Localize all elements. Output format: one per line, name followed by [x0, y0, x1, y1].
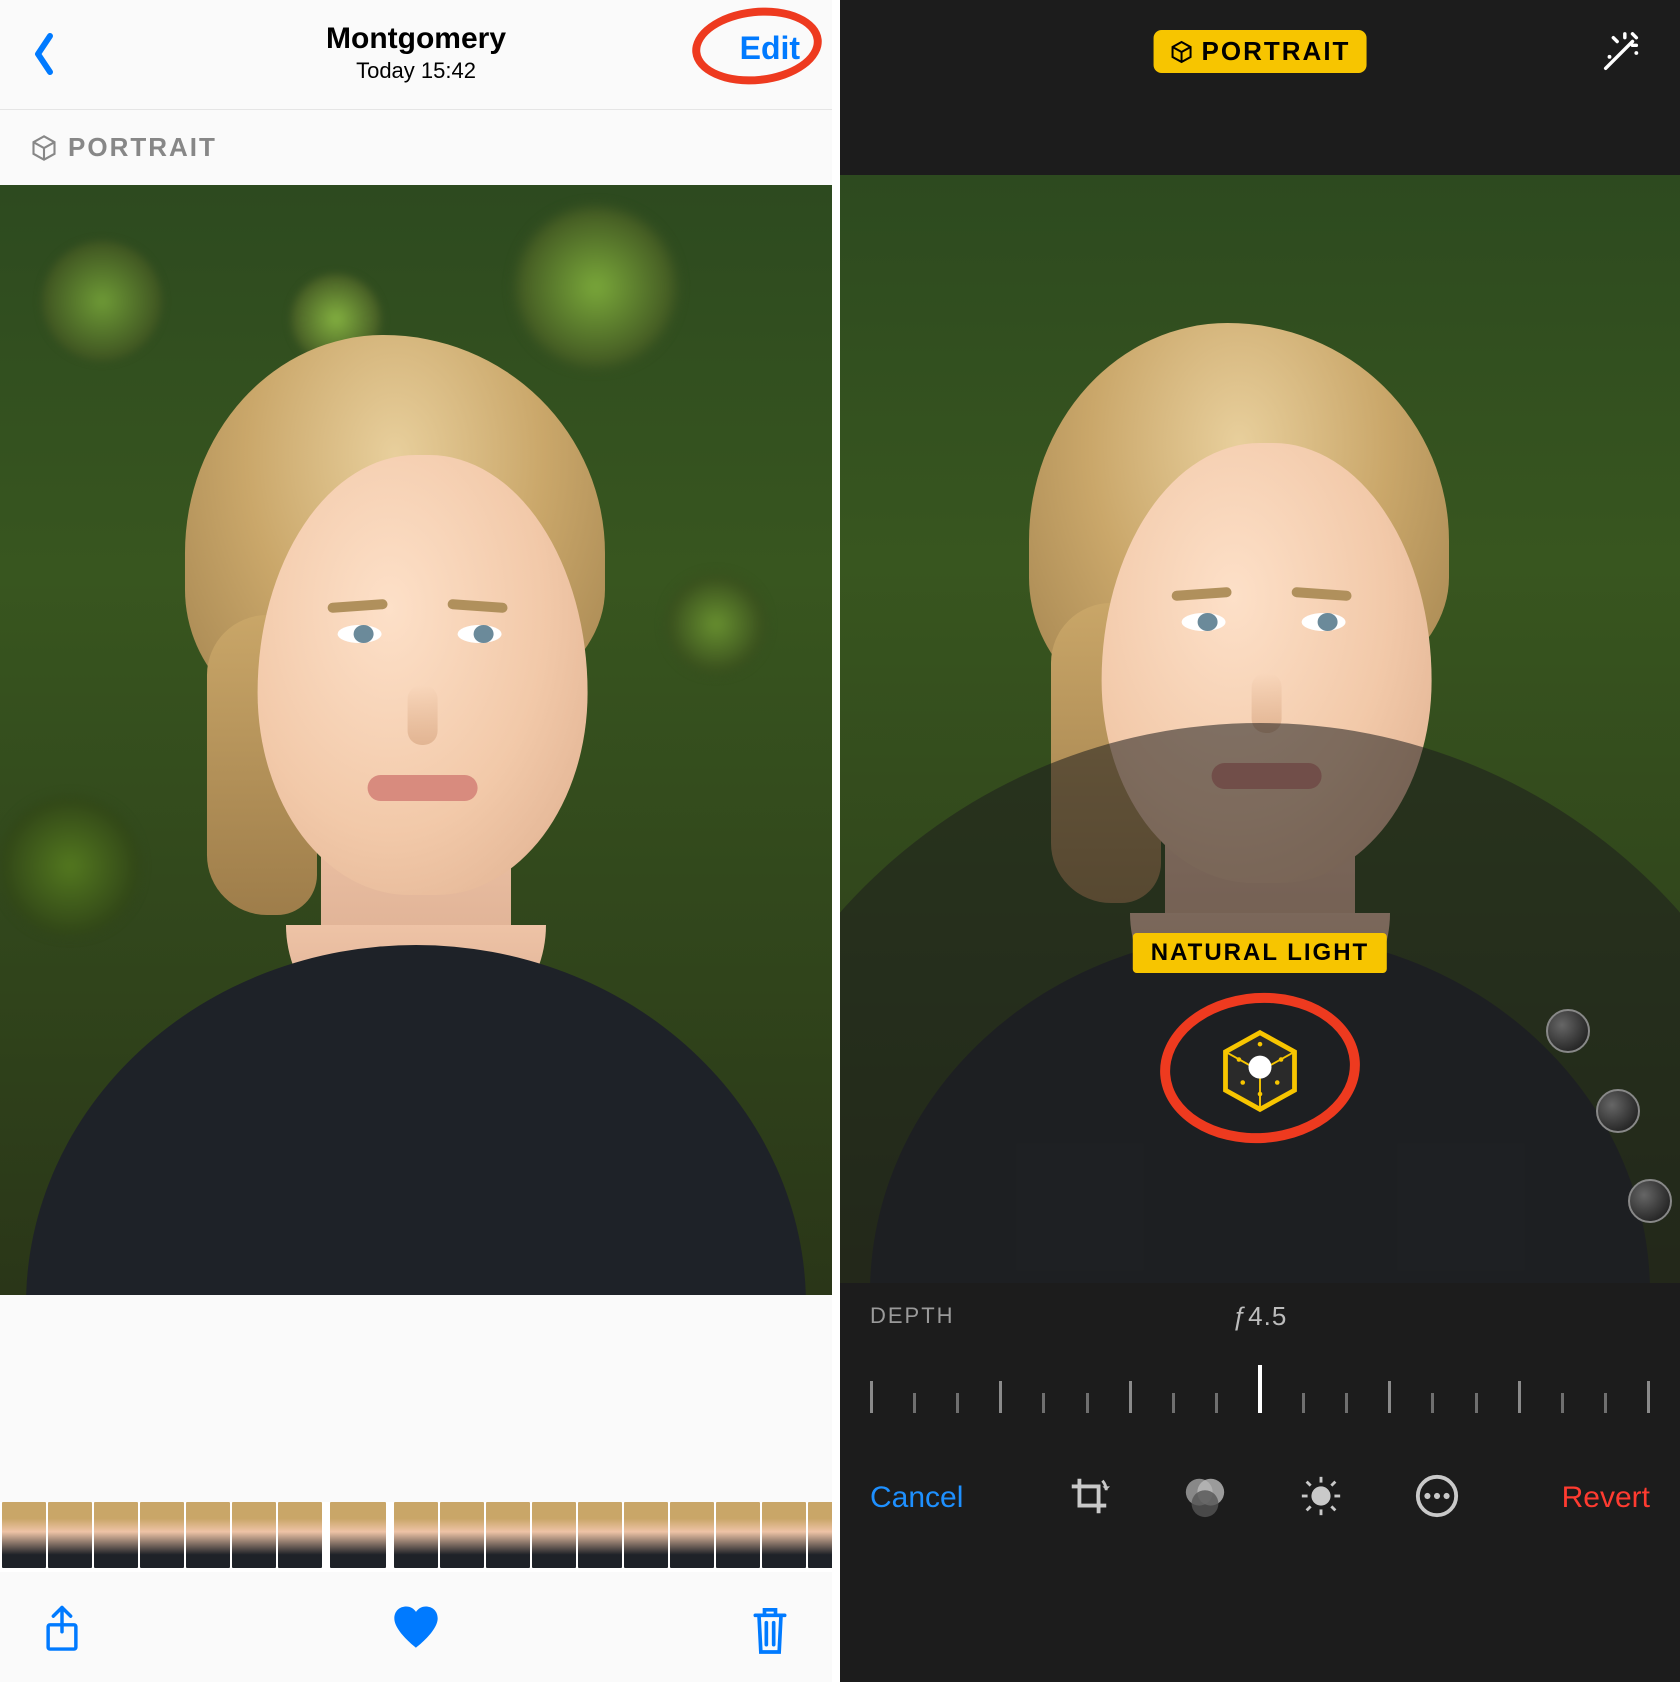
thumbnail[interactable]	[670, 1502, 714, 1568]
thumbnail[interactable]	[94, 1502, 138, 1568]
edit-button[interactable]: Edit	[740, 30, 800, 67]
depth-slider-handle[interactable]	[1258, 1365, 1262, 1413]
photo-editor-pane: PORTRAIT NATURAL LIGHT	[840, 0, 1680, 1682]
thumbnail[interactable]	[2, 1502, 46, 1568]
editor-toolbar: Cancel	[840, 1443, 1680, 1553]
thumbnail[interactable]	[394, 1502, 438, 1568]
photo-viewer-pane: Montgomery Today 15:42 Edit PORTRAIT	[0, 0, 832, 1682]
thumbnail[interactable]	[532, 1502, 576, 1568]
lighting-dial[interactable]	[840, 723, 1680, 1283]
thumbnail[interactable]	[808, 1502, 832, 1568]
lighting-option[interactable]	[1546, 1009, 1590, 1053]
magic-wand-icon	[1598, 30, 1644, 76]
lighting-mode-label: NATURAL LIGHT	[1133, 933, 1387, 973]
cancel-button[interactable]: Cancel	[870, 1481, 963, 1515]
adjust-button[interactable]	[1298, 1473, 1344, 1524]
thumbnail[interactable]	[578, 1502, 622, 1568]
crop-rotate-icon	[1066, 1473, 1112, 1519]
thumbnail[interactable]	[486, 1502, 530, 1568]
photo-timestamp: Today 15:42	[0, 58, 832, 84]
depth-control: DEPTH ƒ4.5	[840, 1283, 1680, 1443]
crop-button[interactable]	[1066, 1473, 1112, 1524]
lighting-mode-selected[interactable]	[1214, 1025, 1306, 1117]
lighting-option[interactable]	[1596, 1089, 1640, 1133]
portrait-subject	[0, 185, 832, 1295]
revert-button[interactable]: Revert	[1562, 1481, 1650, 1515]
portrait-badge-label: PORTRAIT	[1202, 36, 1351, 67]
portrait-mode-tag: PORTRAIT	[0, 110, 832, 185]
thumbnail[interactable]	[762, 1502, 806, 1568]
cube-icon	[1170, 40, 1194, 64]
share-button[interactable]	[40, 1604, 84, 1661]
cube-icon	[30, 134, 58, 162]
thumbnail[interactable]	[232, 1502, 276, 1568]
title-block: Montgomery Today 15:42	[0, 22, 832, 84]
trash-icon	[748, 1604, 792, 1656]
lighting-option[interactable]	[1628, 1179, 1672, 1223]
viewer-header: Montgomery Today 15:42 Edit	[0, 0, 832, 110]
filters-button[interactable]	[1182, 1473, 1228, 1524]
filters-icon	[1182, 1473, 1228, 1519]
depth-value: ƒ4.5	[1233, 1301, 1288, 1332]
thumbnail[interactable]	[440, 1502, 484, 1568]
thumbnail[interactable]	[624, 1502, 668, 1568]
lighting-cube-icon	[1214, 1025, 1306, 1117]
pane-divider	[832, 0, 840, 1682]
depth-slider[interactable]	[870, 1363, 1650, 1413]
share-icon	[40, 1604, 84, 1656]
portrait-badge[interactable]: PORTRAIT	[1154, 30, 1367, 73]
editor-preview[interactable]: NATURAL LIGHT	[840, 175, 1680, 1283]
viewer-toolbar	[0, 1582, 832, 1682]
thumbnail-scrubber[interactable]	[0, 1502, 832, 1572]
more-button[interactable]	[1414, 1473, 1460, 1524]
photo-preview[interactable]	[0, 185, 832, 1295]
album-title: Montgomery	[0, 22, 832, 56]
thumbnail[interactable]	[140, 1502, 184, 1568]
chevron-left-icon	[30, 30, 58, 78]
editor-header: PORTRAIT	[840, 0, 1680, 175]
thumbnail[interactable]	[48, 1502, 92, 1568]
thumbnail[interactable]	[278, 1502, 322, 1568]
thumbnail[interactable]	[186, 1502, 230, 1568]
favorite-button[interactable]	[390, 1602, 442, 1663]
portrait-tag-label: PORTRAIT	[68, 132, 217, 163]
heart-icon	[390, 1602, 442, 1650]
back-button[interactable]	[30, 30, 58, 86]
delete-button[interactable]	[748, 1604, 792, 1661]
thumbnail[interactable]	[716, 1502, 760, 1568]
ellipsis-circle-icon	[1414, 1473, 1460, 1519]
thumbnail-current[interactable]	[330, 1502, 386, 1568]
adjust-dial-icon	[1298, 1473, 1344, 1519]
depth-label: DEPTH	[870, 1303, 955, 1328]
